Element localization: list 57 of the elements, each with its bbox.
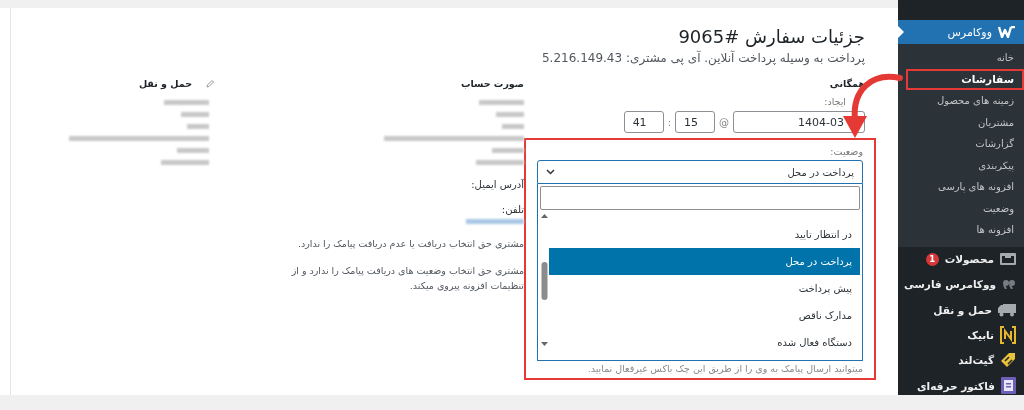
blurred-text: [476, 160, 524, 165]
menu-item[interactable]: فاکتور حرفه‌ای: [898, 373, 1024, 399]
blurred-text: [502, 124, 524, 129]
info-text: مشتری حق انتخاب دریافت یا عدم دریافت پیامک را ندارد.: [296, 237, 524, 251]
blurred-text: [161, 160, 209, 165]
submenu-item[interactable]: افزونه ها: [906, 219, 1024, 241]
submenu-item[interactable]: وضعیت: [906, 197, 1024, 219]
submenu-item[interactable]: زمینه های محصول: [906, 90, 1024, 112]
dropdown-option[interactable]: دستگاه فعال شده: [549, 329, 860, 356]
dropdown-option[interactable]: پرداخت در محل: [549, 248, 860, 275]
emblem-icon: [1000, 326, 1016, 345]
hour-field[interactable]: 15: [675, 111, 715, 133]
document-icon: [1001, 377, 1016, 395]
menu-item[interactable]: حمل و نقل: [898, 297, 1024, 323]
section-heading: صورت حساب: [460, 77, 524, 92]
submenu-item[interactable]: سفارشات: [906, 68, 1024, 90]
help-text: میتوانید ارسال پیامک به وی را از طریق این چک باکس غیرفعال نمایید.: [586, 363, 863, 374]
blurred-text: [492, 148, 524, 153]
pencil-icon[interactable]: [206, 80, 214, 88]
quote-icon: [1002, 279, 1016, 290]
submenu-item[interactable]: افزونه های پارسی: [906, 176, 1024, 198]
menu-item[interactable]: ووکامرس فارسی: [898, 271, 1024, 298]
dropdown-option[interactable]: مدارک ناقص: [549, 302, 860, 329]
search-field[interactable]: [540, 186, 860, 210]
truck-icon: [998, 302, 1016, 317]
submenu-item[interactable]: پیکربندی: [906, 154, 1024, 176]
menu-item[interactable]: گیت‌لند: [898, 347, 1024, 373]
status-dropdown[interactable]: پرداخت در محل: [537, 160, 863, 184]
tray-icon: [1000, 252, 1016, 267]
submenu-item[interactable]: خانه: [906, 47, 1024, 69]
logo-icon: [998, 26, 1016, 38]
field-label: آدرس ایمیل:: [470, 179, 524, 190]
blurred-text: [496, 112, 524, 117]
menu-item[interactable]: نابیک: [898, 322, 1024, 348]
submenu-item[interactable]: مشتریان: [906, 111, 1024, 133]
chevron-down-icon: [546, 169, 555, 175]
dropdown-option[interactable]: در انتظار تایید: [549, 221, 860, 248]
blurred-text: [181, 112, 209, 117]
field-label: ایجاد:: [824, 96, 846, 109]
at-sign: @: [719, 116, 729, 128]
info-text: مشتری حق انتخاب وضعیت های دریافت پیامک را ندارد و از تنظیمات افزونه پیروی میکند.: [290, 264, 524, 293]
order-subtitle: پرداخت به وسیله پرداخت آنلاین. آی پی مشتری: 5.216.149.43: [541, 51, 865, 65]
menu-item[interactable]: ووکامرس: [898, 20, 1024, 44]
blurred-text: [177, 148, 209, 153]
time-separator: :: [667, 116, 671, 128]
blurred-text: [187, 124, 209, 129]
section-heading: حمل و نقل: [138, 77, 192, 91]
page-title: جزئیات سفارش #9065: [677, 25, 865, 49]
field-label: تلفن:: [500, 204, 524, 215]
count-badge: 1: [925, 252, 939, 266]
blurred-text: [479, 100, 524, 105]
dropdown-option[interactable]: پیش پرداخت: [549, 275, 860, 302]
tag-icon: [1000, 352, 1016, 369]
minute-field[interactable]: 41: [623, 111, 664, 133]
blurred-text: [164, 100, 209, 105]
field-label: وضعیت:: [830, 146, 863, 159]
submenu-item[interactable]: گزارشات: [906, 133, 1024, 155]
